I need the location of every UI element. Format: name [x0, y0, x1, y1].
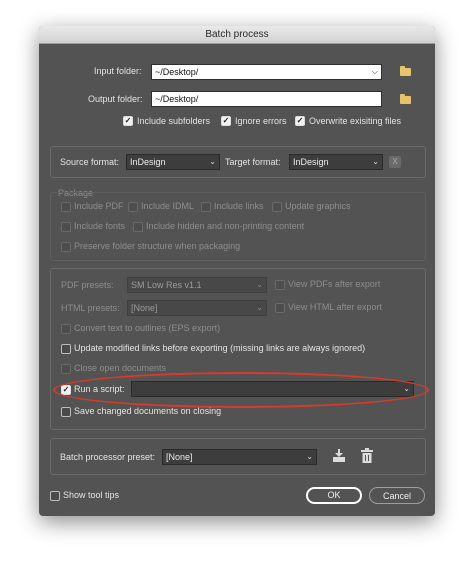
html-presets-value: [None]: [131, 303, 158, 313]
include-subfolders-checkbox[interactable]: ✓: [123, 116, 133, 126]
target-format-select[interactable]: InDesign ⌄: [289, 154, 383, 170]
save-changed-checkbox[interactable]: [61, 407, 71, 417]
chevron-down-icon: ⌵: [371, 67, 378, 76]
include-idml-label: Include IDML: [141, 201, 195, 211]
update-graphics-checkbox[interactable]: [272, 202, 282, 212]
convert-outlines-label: Convert text to outlines (EPS export): [74, 323, 221, 333]
show-tool-tips-label: Show tool tips: [63, 490, 120, 500]
preserve-structure-checkbox[interactable]: [61, 242, 71, 252]
include-fonts-label: Include fonts: [74, 221, 126, 231]
window-title: Batch process: [39, 26, 435, 44]
trash-icon[interactable]: [361, 448, 373, 463]
cancel-button[interactable]: Cancel: [369, 487, 425, 504]
source-format-label: Source format:: [60, 157, 120, 167]
folder-icon[interactable]: [400, 66, 411, 76]
output-folder-label: Output folder:: [88, 94, 143, 104]
run-script-label: Run a script:: [74, 384, 125, 394]
input-folder-label: Input folder:: [94, 66, 142, 76]
chevron-down-icon: ⌄: [209, 157, 216, 166]
include-pdf-label: Include PDF: [74, 201, 124, 211]
include-hidden-label: Include hidden and non-printing content: [146, 221, 305, 231]
view-pdfs-checkbox[interactable]: [275, 280, 285, 290]
save-changed-label: Save changed documents on closing: [74, 406, 222, 416]
preserve-structure-label: Preserve folder structure when packaging: [74, 241, 241, 251]
run-script-checkbox[interactable]: ✓: [61, 385, 71, 395]
input-folder-select[interactable]: ~/Desktop/ ⌵: [151, 64, 382, 80]
view-html-checkbox[interactable]: [275, 303, 285, 313]
preset-value: [None]: [166, 452, 193, 462]
close-docs-checkbox[interactable]: [61, 364, 71, 374]
chevron-down-icon: ⌄: [372, 157, 379, 166]
include-subfolders-label: Include subfolders: [137, 116, 211, 126]
output-folder-field[interactable]: ~/Desktop/: [151, 91, 382, 107]
include-links-label: Include links: [214, 201, 264, 211]
source-format-value: InDesign: [130, 157, 166, 167]
include-pdf-checkbox[interactable]: [61, 202, 71, 212]
save-preset-icon[interactable]: [332, 448, 346, 463]
pdf-presets-label: PDF presets:: [61, 280, 114, 290]
preset-select[interactable]: [None] ⌄: [162, 449, 317, 465]
input-folder-value: ~/Desktop/: [155, 67, 199, 77]
batch-process-dialog: Batch process Input folder: ~/Desktop/ ⌵…: [39, 26, 435, 516]
update-links-label: Update modified links before exporting (…: [74, 343, 366, 353]
chevron-down-icon: ⌄: [256, 280, 263, 289]
pdf-presets-value: SM Low Res v1.1: [131, 280, 202, 290]
view-pdfs-label: View PDFs after export: [288, 279, 381, 289]
include-fonts-checkbox[interactable]: [61, 222, 71, 232]
ok-button[interactable]: OK: [306, 487, 362, 504]
folder-icon[interactable]: [400, 94, 411, 104]
source-format-select[interactable]: InDesign ⌄: [126, 154, 220, 170]
include-hidden-checkbox[interactable]: [133, 222, 143, 232]
overwrite-checkbox[interactable]: ✓: [295, 116, 305, 126]
target-format-value: InDesign: [293, 157, 329, 167]
include-idml-checkbox[interactable]: [128, 202, 138, 212]
html-presets-select[interactable]: [None] ⌄: [127, 300, 267, 316]
chevron-down-icon: ⌄: [403, 384, 410, 393]
close-docs-label: Close open documents: [74, 363, 167, 373]
include-links-checkbox[interactable]: [201, 202, 211, 212]
target-format-label: Target format:: [225, 157, 281, 167]
view-html-label: View HTML after export: [288, 302, 383, 312]
remove-target-button[interactable]: X: [389, 156, 401, 168]
output-folder-value: ~/Desktop/: [155, 94, 199, 104]
show-tool-tips-checkbox[interactable]: [50, 491, 60, 501]
convert-outlines-checkbox[interactable]: [61, 324, 71, 334]
preset-label: Batch processor preset:: [60, 452, 156, 462]
pdf-presets-select[interactable]: SM Low Res v1.1 ⌄: [127, 277, 267, 293]
update-links-checkbox[interactable]: [61, 344, 71, 354]
chevron-down-icon: ⌄: [256, 303, 263, 312]
update-graphics-label: Update graphics: [285, 201, 351, 211]
ignore-errors-label: Ignore errors: [235, 116, 287, 126]
run-script-select[interactable]: ⌄: [131, 381, 414, 397]
html-presets-label: HTML presets:: [61, 303, 120, 313]
chevron-down-icon: ⌄: [306, 452, 313, 461]
overwrite-label: Overwrite exisiting files: [309, 116, 402, 126]
ignore-errors-checkbox[interactable]: ✓: [221, 116, 231, 126]
